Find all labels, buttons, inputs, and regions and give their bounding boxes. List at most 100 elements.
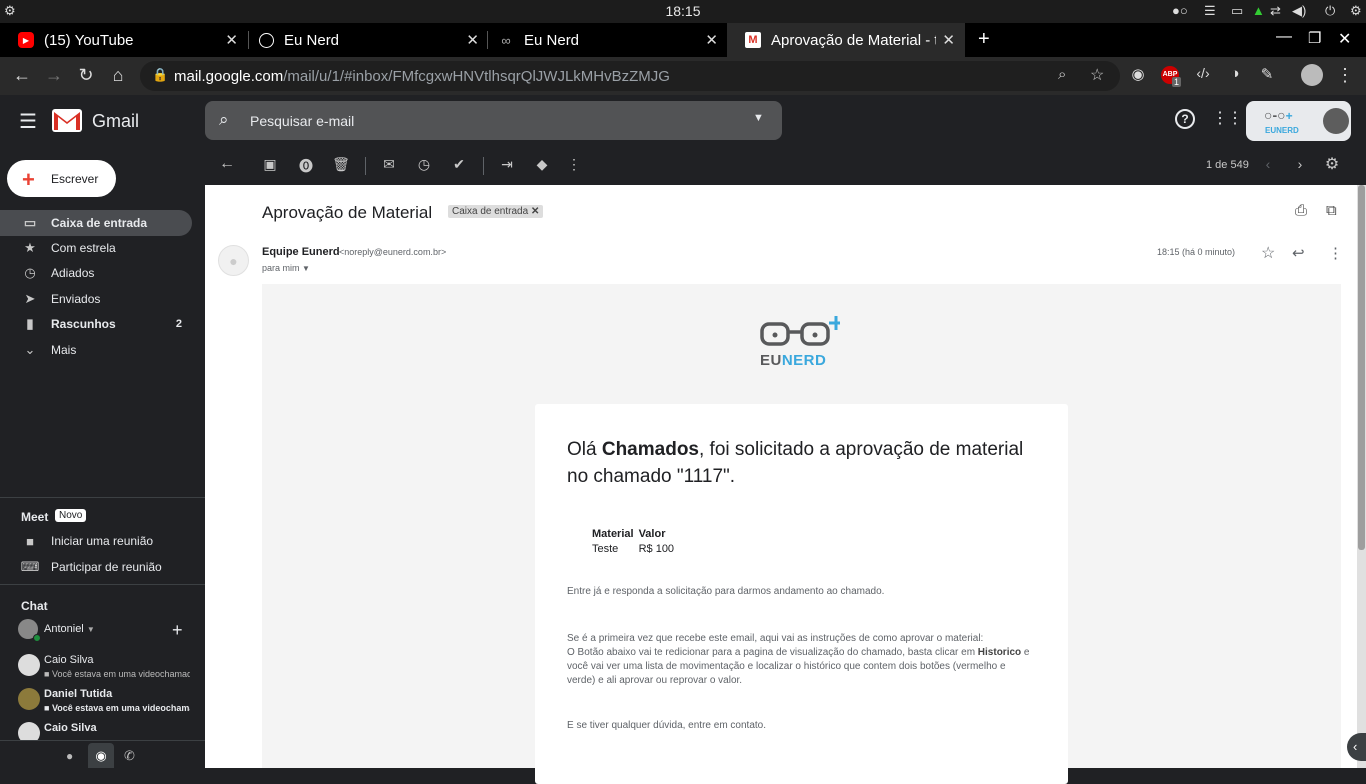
contacts-tab-icon[interactable]: ● (66, 749, 73, 763)
search-input[interactable]: ⌕ Pesquisar e-mail ▼ (205, 101, 782, 140)
system-bar: ⚙ 18:15 ●○ ☰ ▭ ▲ ⇄ ◀) ⏻ ⚙ (0, 0, 1366, 23)
chat-user-name[interactable]: Antoniel ▼ (44, 623, 95, 635)
search-options-icon[interactable]: ▼ (753, 112, 764, 124)
avatar (18, 654, 40, 676)
mark-unread-icon[interactable]: ✉ (379, 156, 399, 173)
sidebar-item-label: Adiados (51, 266, 95, 280)
eunerd-wordmark: EUNERD (760, 352, 827, 369)
label-icon[interactable]: ◆ (532, 156, 552, 173)
newer-icon[interactable]: ‹ (1258, 156, 1278, 172)
open-new-window-icon[interactable]: ⧉ (1326, 202, 1337, 219)
meet-new-badge: Novo (55, 509, 87, 522)
sidebar-item-drafts[interactable]: ▮ Rascunhos 2 (0, 311, 192, 337)
search-placeholder: Pesquisar e-mail (250, 113, 355, 129)
account-switcher[interactable]: ○-○+ EUNERD (1246, 101, 1351, 141)
chat-contact-item[interactable]: Caio Silva ■ Você estava em uma videocha… (16, 652, 191, 682)
inbox-label-chip[interactable]: Caixa de entrada ✕ (448, 205, 544, 218)
home-icon[interactable]: ⌂ (107, 65, 129, 86)
compose-button[interactable]: + Escrever (7, 160, 116, 197)
tab-youtube[interactable]: ▶ (15) YouTube ✕ (0, 23, 248, 57)
close-tab-icon[interactable]: ✕ (942, 31, 955, 49)
add-task-icon[interactable]: ✔ (449, 156, 469, 173)
network-icon[interactable]: ⇄ (1270, 3, 1281, 19)
power-icon[interactable]: ⏻ (1325, 3, 1335, 19)
gmail-icon: M (745, 32, 761, 48)
older-icon[interactable]: › (1290, 156, 1310, 172)
sidebar-item-sent[interactable]: ➤ Enviados (0, 286, 192, 312)
sidebar-item-more[interactable]: ⌄ Mais (0, 337, 192, 363)
move-to-icon[interactable]: ⇥ (497, 156, 517, 173)
bookmark-star-icon[interactable]: ☆ (1090, 65, 1104, 85)
lock-icon: 🔒 (152, 67, 169, 82)
archive-icon[interactable]: ▣ (260, 156, 280, 173)
sidebar-item-label: Com estrela (51, 241, 116, 255)
folder-icon[interactable]: ▭ (1231, 3, 1243, 19)
chat-contact-item[interactable]: Caio Silva (16, 720, 191, 740)
globe-icon (259, 32, 274, 48)
clock-icon: ◷ (24, 265, 36, 280)
new-tab-icon[interactable]: + (978, 28, 990, 51)
print-icon[interactable]: ⎙ (1295, 202, 1307, 219)
delete-icon[interactable]: 🗑 (331, 156, 351, 173)
browser-toolbar: ← → ↻ ⌂ 🔒 mail.google.com/mail/u/1/#inbo… (0, 57, 1366, 95)
profile-avatar[interactable] (1301, 64, 1323, 86)
tab-title: Eu Nerd (284, 31, 340, 49)
snooze-icon[interactable]: ◷ (414, 156, 434, 173)
volume-icon[interactable]: ◀) (1292, 3, 1306, 19)
list-icon[interactable]: ☰ (1204, 3, 1216, 19)
material-table: Material Valor Teste R$ 100 (592, 528, 674, 555)
sidebar-item-starred[interactable]: ★ Com estrela (0, 235, 192, 261)
meet-start-item[interactable]: ■ Iniciar uma reunião (0, 528, 192, 554)
close-tab-icon[interactable]: ✕ (466, 31, 479, 49)
settings-tray-icon[interactable]: ⚙ (1350, 3, 1362, 19)
forward-icon[interactable]: → (43, 65, 65, 86)
tab-title: Eu Nerd (524, 31, 580, 49)
notification-icon[interactable]: ▲ (1252, 3, 1265, 18)
more-actions-icon[interactable]: ⋮ (564, 156, 584, 173)
sidebar-item-inbox[interactable]: ▭ Caixa de entrada (0, 210, 192, 236)
sender-avatar: ● (218, 245, 249, 276)
scrollbar-thumb[interactable] (1358, 185, 1365, 550)
back-to-inbox-icon[interactable]: ← (217, 155, 237, 173)
minimize-icon[interactable]: — (1276, 28, 1292, 46)
support-icon[interactable]: ? (1175, 109, 1195, 129)
workspace-indicator-icon[interactable]: ●○ (1172, 3, 1188, 18)
extension-icon[interactable]: ◑ (1224, 65, 1246, 82)
zoom-search-icon[interactable]: ⌕ (1058, 66, 1066, 83)
tab-eunerd-2[interactable]: ∞ Eu Nerd ✕ (480, 23, 728, 57)
star-icon[interactable]: ☆ (1261, 243, 1275, 263)
browser-menu-icon[interactable]: ⋮ (1334, 65, 1356, 86)
search-icon[interactable]: ⌕ (219, 110, 229, 130)
close-tab-icon[interactable]: ✕ (225, 31, 238, 49)
recipient-toggle[interactable]: para mim ▼ (262, 263, 310, 273)
chat-contact-item[interactable]: Daniel Tutida ■ Você estava em uma video… (16, 686, 191, 716)
back-icon[interactable]: ← (11, 65, 33, 86)
chat-tab-icon[interactable]: ◉ (88, 743, 114, 768)
tab-eunerd-1[interactable]: Eu Nerd ✕ (241, 23, 489, 57)
close-window-icon[interactable]: ✕ (1338, 29, 1351, 49)
settings-gear-icon[interactable]: ⚙ (1322, 154, 1342, 174)
more-options-icon[interactable]: ⋮ (1328, 244, 1343, 262)
tab-gmail-active[interactable]: M Aprovação de Material - t ✕ (727, 23, 965, 57)
extension-compass-icon[interactable]: ◉ (1127, 65, 1149, 83)
phone-tab-icon[interactable]: ✆ (124, 748, 135, 764)
close-tab-icon[interactable]: ✕ (705, 31, 718, 49)
maximize-icon[interactable]: ❐ (1308, 29, 1321, 47)
new-chat-plus-icon[interactable]: + (172, 620, 183, 641)
eunerd-logo: EUNERD (760, 316, 843, 371)
account-logo-text: EUNERD (1265, 126, 1299, 135)
pen-icon[interactable]: ✎ (1256, 65, 1278, 83)
report-spam-icon[interactable]: ⓿ (296, 156, 316, 176)
main-menu-icon[interactable]: ☰ (19, 109, 37, 134)
devtools-icon[interactable]: ‹/› (1192, 65, 1214, 81)
avatar (18, 722, 40, 740)
adblock-badge: 1 (1172, 77, 1182, 87)
gmail-logo-icon[interactable] (52, 109, 82, 137)
sidebar-item-snoozed[interactable]: ◷ Adiados (0, 260, 192, 286)
address-bar[interactable]: 🔒 mail.google.com/mail/u/1/#inbox/FMfcgx… (140, 61, 1120, 91)
reload-icon[interactable]: ↻ (75, 65, 97, 86)
tab-title: (15) YouTube (44, 31, 134, 49)
tab-title: Aprovação de Material - t (771, 31, 936, 49)
reply-icon[interactable]: ↩ (1292, 244, 1305, 262)
meet-join-item[interactable]: ⌨ Participar de reunião (0, 554, 192, 580)
